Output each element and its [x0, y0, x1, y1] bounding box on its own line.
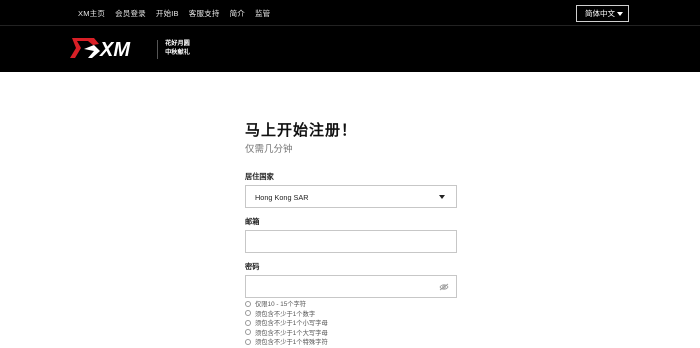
password-field[interactable]: [245, 275, 457, 298]
registration-title: 马上开始注册！: [245, 122, 358, 139]
country-label: 居住国家: [245, 172, 274, 181]
language-selector[interactable]: 简体中文: [576, 5, 629, 22]
country-select[interactable]: Hong Kong SAR: [245, 185, 457, 208]
promo-badge[interactable]: 花好月圆 中秋献礼: [157, 40, 193, 59]
logo-white-mark: [84, 45, 100, 58]
nav-xm-home[interactable]: XM主页: [78, 8, 105, 19]
brand-header: XM 花好月圆 中秋献礼: [0, 26, 700, 72]
circle-icon: [245, 319, 251, 326]
top-navigation-bar: XM主页 会员登录 开始IB 客服支持 简介 监管 简体中文: [0, 0, 700, 26]
circle-icon: [245, 338, 251, 345]
nav-intro[interactable]: 简介: [230, 8, 245, 19]
circle-icon: [245, 310, 251, 317]
top-nav-links: XM主页 会员登录 开始IB 客服支持 简介 监管: [78, 8, 280, 19]
registration-subtitle: 仅需几分钟: [245, 144, 293, 155]
promo-line1: 花好月圆: [165, 40, 190, 47]
language-label: 简体中文: [585, 9, 615, 18]
password-rule: 须包含不少于1个数字: [245, 309, 475, 319]
password-rule: 须包含不少于1个小写字母: [245, 318, 475, 328]
nav-start-ib[interactable]: 开始IB: [156, 8, 179, 19]
password-rules-list: 仅限10 - 15个字符 须包含不少于1个数字 须包含不少于1个小写字母 须包含…: [245, 299, 475, 347]
password-rule: 须包含不少于1个大写字母: [245, 328, 475, 338]
country-value: Hong Kong SAR: [255, 193, 309, 202]
nav-regulation[interactable]: 监管: [255, 8, 270, 19]
email-field[interactable]: [245, 230, 457, 253]
chevron-down-icon: [617, 12, 623, 16]
password-rule: 仅限10 - 15个字符: [245, 299, 475, 309]
nav-support[interactable]: 客服支持: [189, 8, 220, 19]
circle-icon: [245, 329, 251, 336]
xm-logo[interactable]: XM: [70, 35, 146, 61]
nav-member-login[interactable]: 会员登录: [115, 8, 146, 19]
circle-icon: [245, 300, 251, 307]
promo-line2: 中秋献礼: [165, 48, 190, 56]
logo-text: XM: [99, 39, 131, 61]
email-label: 邮箱: [245, 217, 260, 226]
password-label: 密码: [245, 262, 260, 271]
chevron-down-icon: [439, 195, 445, 199]
eye-slash-icon[interactable]: [439, 283, 449, 291]
password-rule: 须包含不少于1个特殊字符: [245, 337, 475, 347]
